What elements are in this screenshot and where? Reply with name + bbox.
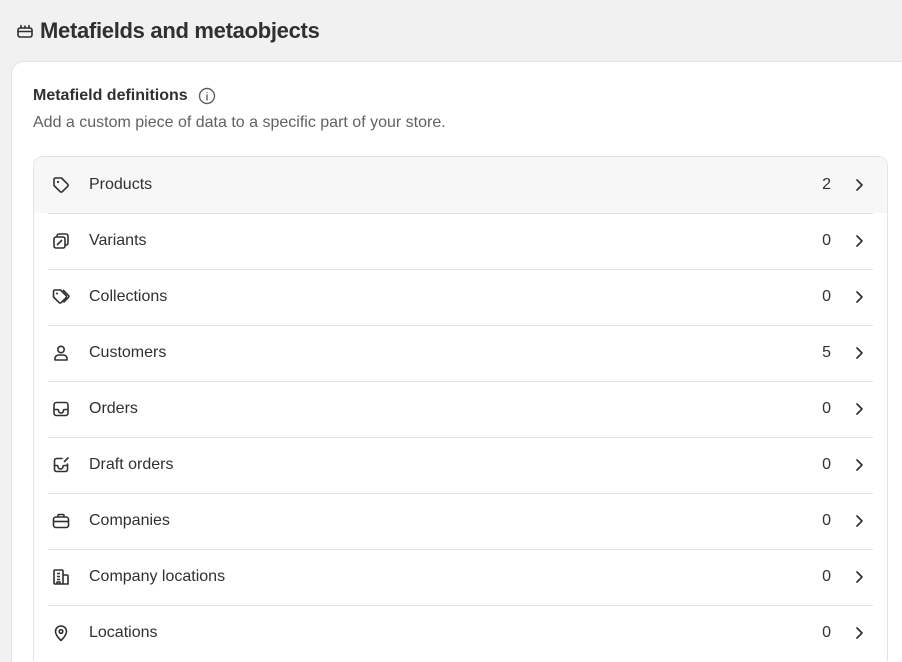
- row-variants[interactable]: Variants 0: [34, 213, 887, 269]
- info-icon[interactable]: [198, 87, 216, 105]
- row-count: 5: [822, 344, 831, 361]
- chevron-right-icon: [851, 345, 867, 361]
- draft-order-icon: [51, 455, 71, 475]
- card-subtitle: Add a custom piece of data to a specific…: [33, 114, 446, 131]
- row-label: Variants: [89, 232, 147, 249]
- row-count: 0: [822, 456, 831, 473]
- chevron-right-icon: [851, 569, 867, 585]
- row-count: 0: [822, 568, 831, 585]
- row-orders[interactable]: Orders 0: [34, 381, 887, 437]
- page-header: Metafields and metaobjects: [16, 14, 320, 48]
- row-products[interactable]: Products 2: [34, 157, 887, 213]
- row-label: Locations: [89, 624, 158, 641]
- location-pin-icon: [51, 623, 71, 643]
- collection-icon: [51, 287, 71, 307]
- chevron-right-icon: [851, 513, 867, 529]
- row-count: 0: [822, 232, 831, 249]
- inbox-icon: [51, 399, 71, 419]
- row-count: 0: [822, 288, 831, 305]
- row-draft-orders[interactable]: Draft orders 0: [34, 437, 887, 493]
- row-count: 2: [822, 176, 831, 193]
- chevron-right-icon: [851, 457, 867, 473]
- row-label: Orders: [89, 400, 138, 417]
- card-title: Metafield definitions: [33, 87, 188, 104]
- row-customers[interactable]: Customers 5: [34, 325, 887, 381]
- row-label: Companies: [89, 512, 170, 529]
- row-companies[interactable]: Companies 0: [34, 493, 887, 549]
- resource-list: Products 2 Variants 0 Collections 0 Cust…: [33, 156, 888, 661]
- card-header: Metafield definitions Add a custom piece…: [33, 86, 446, 132]
- row-company-locations[interactable]: Company locations 0: [34, 549, 887, 605]
- metafield-definitions-card: Metafield definitions Add a custom piece…: [12, 62, 902, 662]
- metafield-icon: [16, 22, 34, 40]
- row-label: Draft orders: [89, 456, 174, 473]
- row-count: 0: [822, 512, 831, 529]
- variant-icon: [51, 231, 71, 251]
- chevron-right-icon: [851, 401, 867, 417]
- page-title: Metafields and metaobjects: [40, 18, 320, 43]
- chevron-right-icon: [851, 289, 867, 305]
- row-count: 0: [822, 400, 831, 417]
- person-icon: [51, 343, 71, 363]
- building-icon: [51, 567, 71, 587]
- row-label: Collections: [89, 288, 168, 305]
- chevron-right-icon: [851, 177, 867, 193]
- tag-icon: [51, 175, 71, 195]
- row-label: Customers: [89, 344, 167, 361]
- row-count: 0: [822, 624, 831, 641]
- chevron-right-icon: [851, 625, 867, 641]
- row-locations[interactable]: Locations 0: [34, 605, 887, 661]
- briefcase-icon: [51, 511, 71, 531]
- chevron-right-icon: [851, 233, 867, 249]
- row-label: Company locations: [89, 568, 226, 585]
- row-label: Products: [89, 176, 153, 193]
- row-collections[interactable]: Collections 0: [34, 269, 887, 325]
